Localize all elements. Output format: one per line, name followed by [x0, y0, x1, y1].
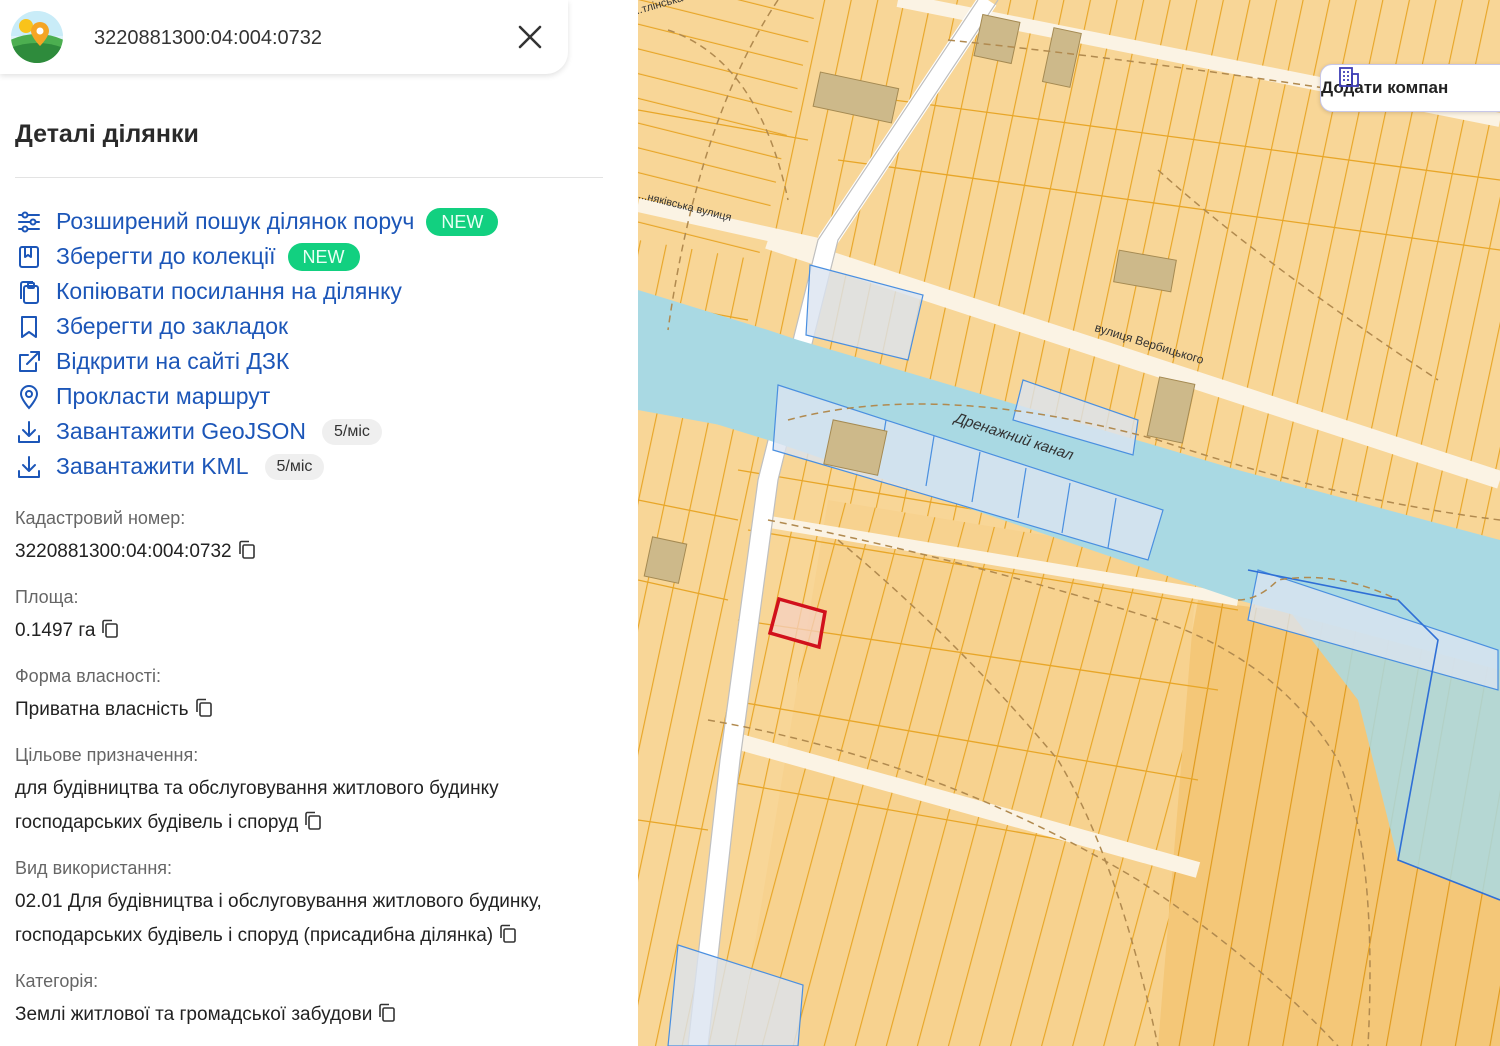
search-bar	[0, 0, 568, 74]
copy-icon[interactable]	[238, 540, 256, 560]
field-label: Категорія:	[15, 971, 99, 991]
action-list: Розширений пошук ділянок поруч NEW Збере…	[15, 204, 499, 484]
cadastral-number-field: Кадастровий номер: 3220881300:04:004:073…	[15, 506, 615, 569]
sliders-icon	[15, 208, 43, 236]
purpose-field: Цільове призначення: для будівництва та …	[15, 743, 615, 840]
parcel-details: Кадастровий номер: 3220881300:04:004:073…	[15, 506, 615, 1046]
area-field: Площа: 0.1497 га	[15, 585, 615, 648]
advanced-search-action[interactable]: Розширений пошук ділянок поруч NEW	[15, 204, 499, 239]
new-badge: NEW	[287, 242, 360, 271]
purpose-value: для будівництва та обслуговування житлов…	[15, 778, 499, 833]
ownership-value: Приватна власність	[15, 699, 189, 720]
add-company-button[interactable]: Додати компан	[1320, 64, 1500, 112]
details-panel: Деталі ділянки Розширений пошук ділянок …	[0, 0, 638, 1046]
download-geojson-label: Завантажити GeoJSON	[56, 418, 307, 444]
download-geojson-action[interactable]: Завантажити GeoJSON 5/міс	[15, 414, 498, 449]
field-label: Форма власності:	[15, 666, 161, 686]
copy-icon[interactable]	[101, 619, 119, 639]
category-field: Категорія: Землі житлової та громадської…	[15, 969, 615, 1032]
field-label: Цільове призначення:	[15, 745, 199, 765]
limit-badge: 5/міс	[322, 418, 382, 445]
area-value: 0.1497 га	[15, 620, 96, 641]
field-label: Кадастровий номер:	[15, 508, 186, 528]
open-dzk-label: Відкрити на сайті ДЗК	[56, 348, 290, 374]
limit-badge: 5/міс	[264, 453, 325, 480]
ownership-field: Форма власності: Приватна власність	[15, 664, 615, 727]
copy-link-label: Копіювати посилання на ділянку	[56, 278, 402, 304]
copy-icon[interactable]	[304, 811, 322, 831]
collection-book-icon	[15, 243, 43, 271]
download-kml-action[interactable]: Завантажити KML 5/міс	[15, 449, 498, 484]
location-pin-icon	[15, 383, 43, 411]
app-logo-icon[interactable]	[10, 10, 64, 64]
download-icon	[15, 453, 43, 481]
usage-value: 02.01 Для будівництва і обслуговування ж…	[15, 891, 542, 946]
copy-icon[interactable]	[195, 698, 213, 718]
open-dzk-action[interactable]: Відкрити на сайті ДЗК	[15, 344, 498, 379]
save-bookmark-action[interactable]: Зберегти до закладок	[15, 309, 498, 344]
field-label: Площа:	[15, 587, 79, 607]
save-to-collection-action[interactable]: Зберегти до колекції NEW	[15, 239, 498, 274]
map-canvas[interactable]: ...тлінська ...няківська вулиця вулиця В…	[638, 0, 1500, 1046]
divider	[15, 177, 603, 178]
download-icon	[15, 418, 43, 446]
advanced-search-label: Розширений пошук ділянок поруч	[56, 208, 415, 234]
copy-icon[interactable]	[499, 924, 517, 944]
save-bookmark-label: Зберегти до закладок	[56, 313, 289, 339]
close-icon[interactable]	[514, 21, 546, 53]
copy-link-action[interactable]: Копіювати посилання на ділянку	[15, 274, 498, 309]
panel-title: Деталі ділянки	[15, 120, 199, 148]
category-value: Землі житлової та громадської забудови	[15, 1004, 373, 1025]
download-kml-label: Завантажити KML	[56, 453, 249, 479]
route-action[interactable]: Прокласти маршрут	[15, 379, 498, 414]
bookmark-icon	[15, 313, 43, 341]
copy-icon[interactable]	[378, 1003, 396, 1023]
search-input[interactable]	[92, 22, 496, 54]
field-label: Вид використання:	[15, 858, 173, 878]
usage-field: Вид використання: 02.01 Для будівництва …	[15, 856, 615, 953]
route-label: Прокласти маршрут	[56, 383, 271, 409]
external-link-icon	[15, 348, 43, 376]
new-badge: NEW	[426, 207, 499, 236]
clipboard-copy-icon	[15, 278, 43, 306]
save-to-collection-label: Зберегти до колекції	[56, 243, 276, 269]
cadastral-number-value: 3220881300:04:004:0732	[15, 541, 232, 562]
cadastral-map[interactable]: ...тлінська ...няківська вулиця вулиця В…	[638, 0, 1500, 1046]
building-icon	[1339, 67, 1359, 87]
